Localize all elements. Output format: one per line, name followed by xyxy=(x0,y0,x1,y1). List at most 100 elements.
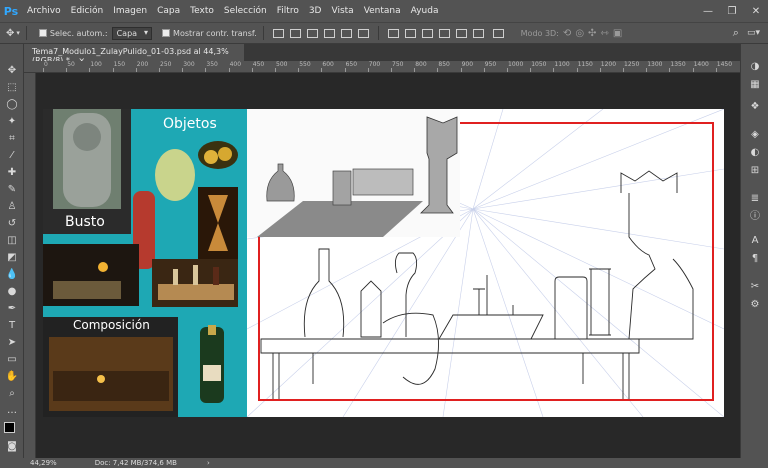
align-vcenter-icon[interactable] xyxy=(289,28,301,38)
show-transform-checkbox[interactable] xyxy=(162,29,171,37)
move-tool-icon[interactable]: ✥ xyxy=(6,28,14,39)
ruler-tick xyxy=(391,68,392,72)
bottle-foil xyxy=(208,325,216,335)
paragraph-panel-icon[interactable]: ¶ xyxy=(748,252,762,266)
eraser-tool-icon[interactable]: ◫ xyxy=(5,234,19,248)
brush-settings-panel-icon[interactable]: ⚙ xyxy=(748,298,762,312)
more-tools-icon[interactable]: … xyxy=(5,404,19,418)
healing-brush-tool-icon[interactable]: ✚ xyxy=(5,166,19,180)
workspace-icon[interactable]: ▭▾ xyxy=(747,28,760,38)
layers-panel-icon[interactable]: ◈ xyxy=(748,128,762,142)
menu-imagen[interactable]: Imagen xyxy=(108,6,152,16)
ruler-tick xyxy=(43,68,44,72)
close-button[interactable]: ✕ xyxy=(744,6,768,17)
crop-tool-icon[interactable]: ⌗ xyxy=(5,132,19,146)
document-canvas[interactable]: Busto Objetos Composición xyxy=(43,109,724,417)
statue-head xyxy=(73,123,101,151)
type-tool-icon[interactable]: T xyxy=(5,319,19,333)
minimize-button[interactable]: — xyxy=(696,6,720,17)
document-tab[interactable]: Tema7_Modulo1_ZulayPulido_01-03.psd al 4… xyxy=(24,44,244,65)
search-icon[interactable]: ⌕ xyxy=(733,26,739,40)
distribute-right-icon[interactable] xyxy=(472,28,484,38)
align-bottom-icon[interactable] xyxy=(306,28,318,38)
menu-3d[interactable]: 3D xyxy=(304,6,327,16)
foreground-color-swatch[interactable] xyxy=(4,422,15,433)
objetos-label: Objetos xyxy=(163,116,217,132)
libraries-panel-icon[interactable]: ❖ xyxy=(748,100,762,114)
character-panel-icon[interactable]: A xyxy=(748,234,762,248)
hand-tool-icon[interactable]: ✋ xyxy=(5,370,19,384)
chess-piece xyxy=(193,265,198,285)
paint-bucket-tool-icon[interactable]: ◩ xyxy=(5,251,19,265)
ruler-tick xyxy=(159,68,160,72)
distribute-bottom-icon[interactable] xyxy=(421,28,433,38)
ruler-tick xyxy=(553,68,555,72)
lasso-tool-icon[interactable]: ◯ xyxy=(5,98,19,112)
info-panel-icon[interactable]: ⓘ xyxy=(748,210,762,224)
menu-edicion[interactable]: Edición xyxy=(66,6,109,16)
properties-panel-icon[interactable]: ≣ xyxy=(748,192,762,206)
ruler-tick xyxy=(89,68,91,72)
auto-select-checkbox[interactable] xyxy=(38,29,47,37)
menu-capa[interactable]: Capa xyxy=(152,6,185,16)
chevron-right-icon[interactable]: › xyxy=(207,459,210,467)
align-hcenter-icon[interactable] xyxy=(340,28,352,38)
menu-vista[interactable]: Vista xyxy=(326,6,358,16)
align-left-icon[interactable] xyxy=(323,28,335,38)
ruler-tick xyxy=(530,68,532,72)
menu-ayuda[interactable]: Ayuda xyxy=(406,6,444,16)
auto-select-dropdown[interactable]: Capa xyxy=(111,26,153,40)
ruler-tick-label: 1150 xyxy=(577,61,593,68)
menu-archivo[interactable]: Archivo xyxy=(22,6,66,16)
blur-tool-icon[interactable]: 💧 xyxy=(5,268,19,282)
menu-filtro[interactable]: Filtro xyxy=(272,6,304,16)
rotate-3d-icon[interactable]: ⟲ xyxy=(563,28,571,39)
zoom-tool-icon[interactable]: ⌕ xyxy=(5,387,19,401)
pen-tool-icon[interactable]: ✒ xyxy=(5,302,19,316)
ruler-tick-label: 400 xyxy=(229,61,242,68)
align-top-icon[interactable] xyxy=(272,28,284,38)
align-right-icon[interactable] xyxy=(357,28,369,38)
brush-tool-icon[interactable]: ✎ xyxy=(5,183,19,197)
menu-texto[interactable]: Texto xyxy=(185,6,219,16)
swatches-panel-icon[interactable]: ▦ xyxy=(748,78,762,92)
distribute-hcenter-icon[interactable] xyxy=(455,28,467,38)
move-tool-icon[interactable]: ✥ xyxy=(5,64,19,78)
roll-3d-icon[interactable]: ◎ xyxy=(575,28,584,39)
dodge-tool-icon[interactable]: ● xyxy=(5,285,19,299)
menu-ventana[interactable]: Ventana xyxy=(359,6,406,16)
maximize-button[interactable]: ❐ xyxy=(720,6,744,17)
channels-panel-icon[interactable]: ⊞ xyxy=(748,164,762,178)
distribute-top-icon[interactable] xyxy=(387,28,399,38)
ruler-tick xyxy=(692,68,694,72)
pan-3d-icon[interactable]: ✣ xyxy=(588,28,596,39)
ruler-tick-label: 450 xyxy=(252,61,265,68)
slide-3d-icon[interactable]: ⇿ xyxy=(600,28,608,39)
distribute-vcenter-icon[interactable] xyxy=(404,28,416,38)
tool-presets-panel-icon[interactable]: ✂ xyxy=(748,280,762,294)
ruler-tick-label: 500 xyxy=(276,61,288,68)
marquee-tool-icon[interactable]: ⬚ xyxy=(5,81,19,95)
ruler-tick xyxy=(460,68,462,72)
auto-align-icon[interactable] xyxy=(492,28,504,38)
mode-3d-label: Modo 3D: xyxy=(520,28,559,38)
clone-stamp-tool-icon[interactable]: ♙ xyxy=(5,200,19,214)
zoom-level[interactable]: 44,29% xyxy=(30,459,57,467)
chevron-down-icon[interactable]: ▾ xyxy=(16,29,20,37)
lemon-1 xyxy=(204,150,218,164)
quick-mask-icon[interactable]: ◙ xyxy=(5,440,19,454)
color-panel-icon[interactable]: ◑ xyxy=(748,60,762,74)
tools-panel: ✥ ⬚ ◯ ✦ ⌗ ⁄ ✚ ✎ ♙ ↺ ◫ ◩ 💧 ● ✒ T ➤ ▭ ✋ ⌕ … xyxy=(0,44,24,458)
lemons-photo xyxy=(198,141,238,169)
ruler-tick xyxy=(437,68,439,72)
rectangle-tool-icon[interactable]: ▭ xyxy=(5,353,19,367)
magic-wand-tool-icon[interactable]: ✦ xyxy=(5,115,19,129)
adjustments-panel-icon[interactable]: ◐ xyxy=(748,146,762,160)
distribute-left-icon[interactable] xyxy=(438,28,450,38)
eyedropper-tool-icon[interactable]: ⁄ xyxy=(5,149,19,163)
ruler-tick-label: 650 xyxy=(345,61,358,68)
history-brush-tool-icon[interactable]: ↺ xyxy=(5,217,19,231)
scale-3d-icon[interactable]: ▣ xyxy=(613,28,622,39)
path-selection-tool-icon[interactable]: ➤ xyxy=(5,336,19,350)
menu-seleccion[interactable]: Selección xyxy=(219,6,272,16)
